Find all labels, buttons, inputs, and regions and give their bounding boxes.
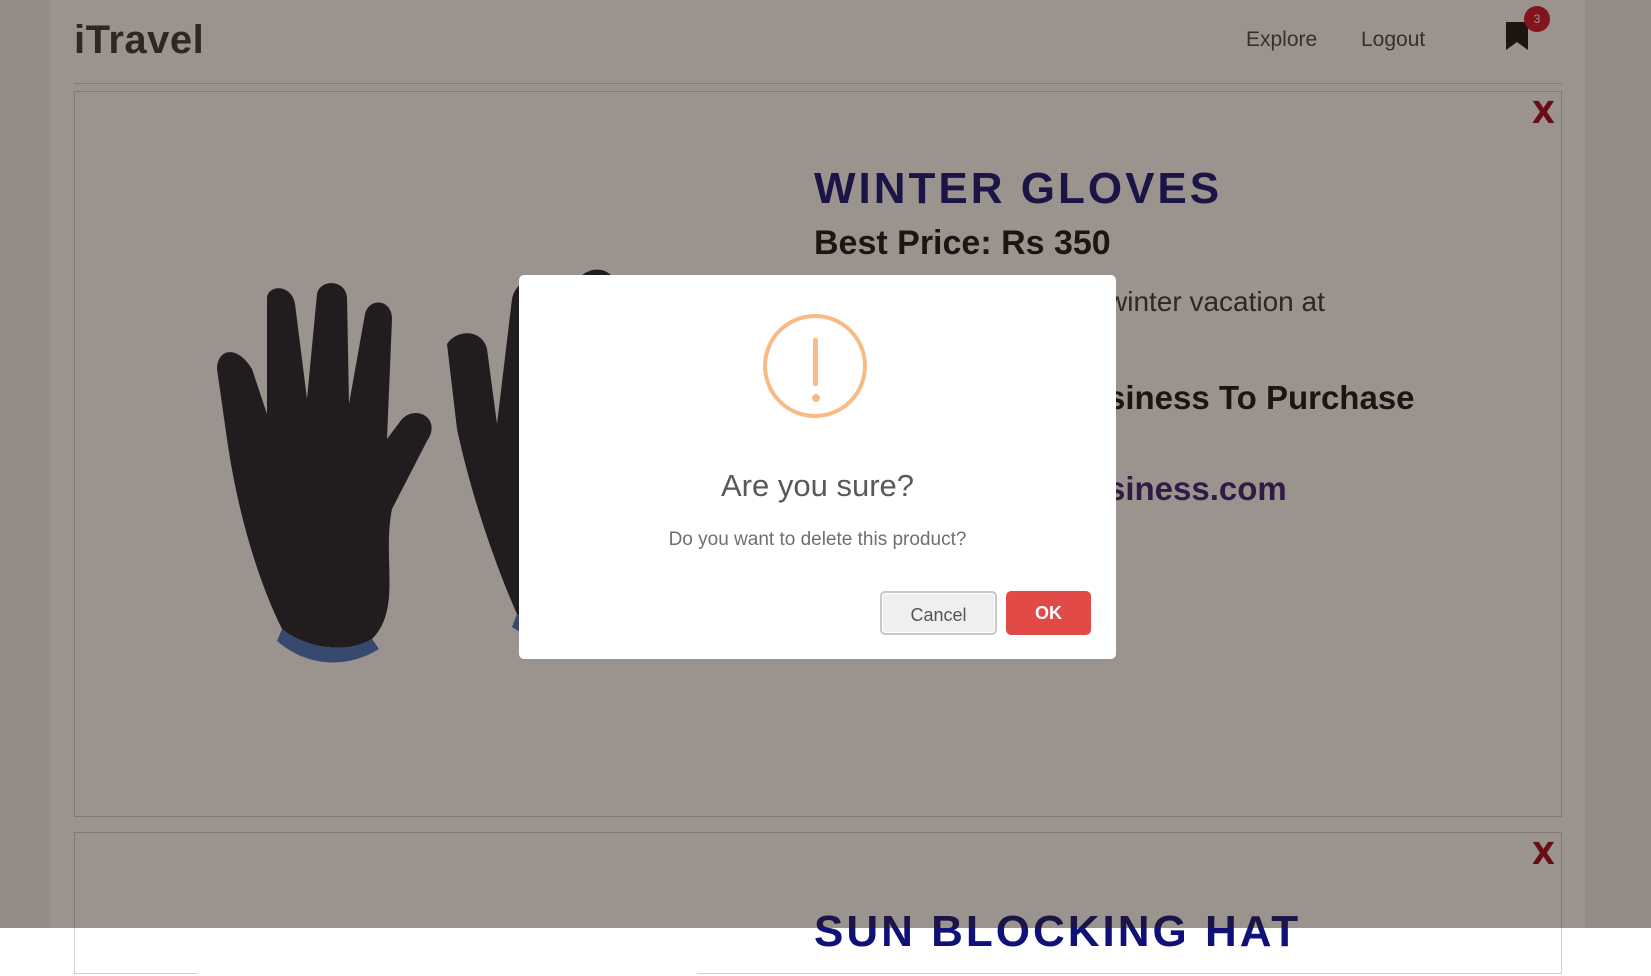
- warning-icon-dot: [812, 394, 820, 402]
- warning-icon: [763, 314, 867, 418]
- dialog-message: Do you want to delete this product?: [668, 529, 967, 550]
- warning-icon-bar: [813, 338, 818, 386]
- dialog-title: Are you sure?: [721, 468, 914, 503]
- ok-button[interactable]: OK: [1006, 591, 1091, 635]
- confirm-delete-dialog: Are you sure? Do you want to delete this…: [519, 275, 1116, 659]
- cancel-button[interactable]: Cancel: [880, 591, 997, 635]
